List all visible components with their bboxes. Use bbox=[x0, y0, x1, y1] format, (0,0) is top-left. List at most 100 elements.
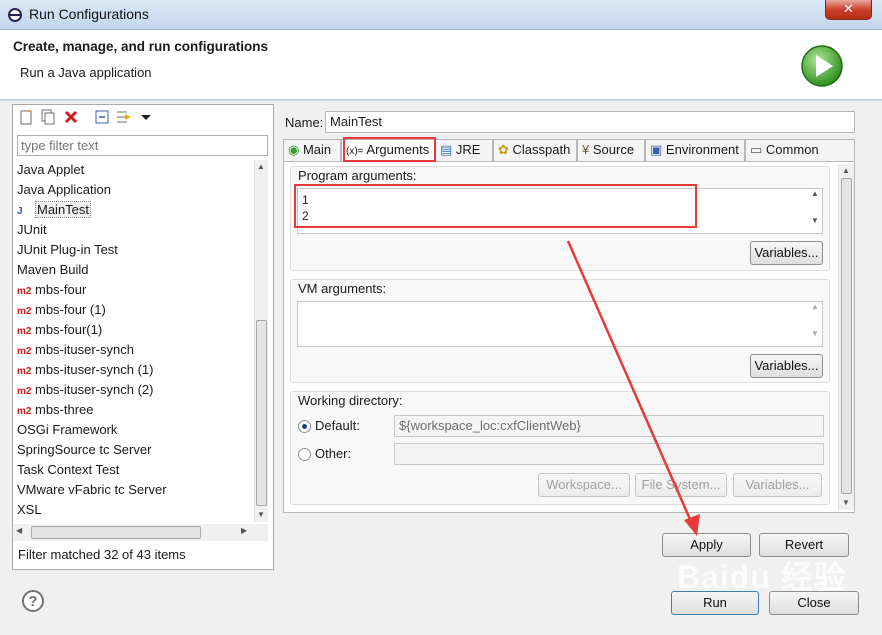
maven-icon: m2 bbox=[17, 346, 32, 357]
list-item-label: JUnit bbox=[17, 222, 47, 237]
maven-icon: m2 bbox=[17, 406, 32, 417]
window-close-button[interactable]: ✕ bbox=[825, 0, 872, 20]
tab-environment[interactable]: ▣ Environment bbox=[645, 139, 745, 161]
list-item-label: mbs-ituser-synch bbox=[35, 342, 134, 357]
default-directory-field: ${workspace_loc:cxfClientWeb} bbox=[394, 415, 824, 437]
source-icon: ¥ bbox=[582, 142, 590, 157]
chevron-down-icon[interactable] bbox=[137, 108, 155, 126]
working-directory-label: Working directory: bbox=[298, 393, 403, 408]
list-item[interactable]: m2 mbs-four (1) bbox=[13, 300, 254, 320]
tab-label: Source bbox=[592, 142, 635, 157]
list-item[interactable]: m2 mbs-three bbox=[13, 400, 254, 420]
collapse-all-icon[interactable] bbox=[93, 108, 111, 126]
list-item-label: Task Context Test bbox=[17, 462, 120, 477]
maven-icon: m2 bbox=[17, 326, 32, 337]
jre-icon: ▤ bbox=[440, 142, 453, 157]
tab-source[interactable]: ¥ Source bbox=[577, 139, 645, 161]
default-label: Default: bbox=[315, 418, 360, 433]
list-item[interactable]: m2 mbs-ituser-synch bbox=[13, 340, 254, 360]
list-item[interactable]: m2 mbs-four(1) bbox=[13, 320, 254, 340]
common-icon: ▭ bbox=[750, 142, 763, 157]
other-directory-field[interactable] bbox=[394, 443, 824, 465]
list-item-label: XSL bbox=[17, 502, 42, 517]
maven-icon: m2 bbox=[17, 386, 32, 397]
delete-icon[interactable] bbox=[62, 108, 80, 126]
directory-variables-button[interactable]: Variables... bbox=[733, 473, 822, 497]
list-item-label: Maven Build bbox=[17, 262, 89, 277]
list-item[interactable]: J MainTest bbox=[13, 200, 254, 220]
help-icon[interactable]: ? bbox=[22, 590, 44, 612]
list-item[interactable]: Java Applet bbox=[13, 160, 254, 180]
main-icon: ◉ bbox=[288, 142, 300, 157]
other-radio[interactable] bbox=[298, 448, 311, 461]
environment-icon: ▣ bbox=[650, 142, 663, 157]
list-item[interactable]: XSL bbox=[13, 500, 254, 520]
list-item[interactable]: Task Context Test bbox=[13, 460, 254, 480]
list-item-label: MainTest bbox=[35, 201, 92, 218]
filter-status: Filter matched 32 of 43 items bbox=[18, 547, 186, 562]
list-item[interactable]: m2 mbs-ituser-synch (2) bbox=[13, 380, 254, 400]
title-bar: Run Configurations ✕ bbox=[0, 0, 882, 30]
vm-arguments-label: VM arguments: bbox=[298, 281, 387, 296]
list-item-label: mbs-four(1) bbox=[35, 322, 103, 337]
list-horizontal-scrollbar[interactable]: ◀ ▶ bbox=[13, 524, 268, 541]
tab-main[interactable]: ◉ Main bbox=[283, 139, 341, 161]
tab-jre[interactable]: ▤ JRE bbox=[435, 139, 493, 161]
vm-arguments-field[interactable] bbox=[297, 301, 823, 347]
duplicate-icon[interactable] bbox=[39, 108, 57, 126]
config-list: Java Applet Java Application J MainTest JUni… bbox=[13, 160, 254, 522]
filter-input[interactable] bbox=[17, 135, 268, 156]
name-field[interactable]: MainTest bbox=[325, 111, 855, 133]
new-config-icon[interactable] bbox=[17, 108, 35, 126]
tab-label: Classpath bbox=[512, 142, 571, 157]
other-label: Other: bbox=[315, 446, 352, 461]
list-item[interactable]: m2 mbs-ituser-synch (1) bbox=[13, 360, 254, 380]
list-item-label: mbs-three bbox=[35, 402, 94, 417]
window-title: Run Configurations bbox=[29, 6, 149, 22]
header-title: Create, manage, and run configurations bbox=[13, 39, 269, 54]
maven-icon: m2 bbox=[17, 366, 32, 377]
textarea-scrollbar[interactable]: ▲ ▼ bbox=[808, 302, 822, 346]
run-icon bbox=[801, 45, 843, 87]
textarea-scrollbar[interactable]: ▲ ▼ bbox=[808, 189, 822, 233]
maven-icon: m2 bbox=[17, 306, 32, 317]
list-item[interactable]: JUnit Plug-in Test bbox=[13, 240, 254, 260]
list-item[interactable]: OSGi Framework bbox=[13, 420, 254, 440]
tab-label: Common bbox=[765, 142, 819, 157]
list-item-label: SpringSource tc Server bbox=[17, 442, 152, 457]
list-item-label: mbs-four bbox=[35, 282, 87, 297]
program-arguments-label: Program arguments: bbox=[298, 168, 417, 183]
tab-classpath[interactable]: ✿ Classpath bbox=[493, 139, 577, 161]
list-item-label: mbs-ituser-synch (1) bbox=[35, 362, 154, 377]
list-item[interactable]: VMware vFabric tc Server bbox=[13, 480, 254, 500]
list-item-label: mbs-four (1) bbox=[35, 302, 106, 317]
maven-icon: m2 bbox=[17, 286, 32, 297]
tab-label: Environment bbox=[665, 142, 739, 157]
arguments-tab-highlight bbox=[343, 137, 436, 162]
list-item[interactable]: JUnit bbox=[13, 220, 254, 240]
tab-common[interactable]: ▭ Common bbox=[745, 139, 855, 161]
list-item[interactable]: SpringSource tc Server bbox=[13, 440, 254, 460]
panel-vertical-scrollbar[interactable]: ▲ ▼ bbox=[838, 164, 854, 510]
workspace-button[interactable]: Workspace... bbox=[538, 473, 630, 497]
list-item-label: OSGi Framework bbox=[17, 422, 118, 437]
eclipse-icon bbox=[8, 8, 22, 22]
list-item-label: Java Application bbox=[17, 182, 111, 197]
default-radio[interactable] bbox=[298, 420, 311, 433]
list-vertical-scrollbar[interactable]: ▲ ▼ bbox=[254, 160, 268, 522]
vm-variables-button[interactable]: Variables... bbox=[750, 354, 823, 378]
name-label: Name: bbox=[285, 115, 324, 130]
java-config-icon: J bbox=[17, 206, 23, 217]
list-item[interactable]: Java Application bbox=[13, 180, 254, 200]
list-item[interactable]: m2 mbs-four bbox=[13, 280, 254, 300]
list-item[interactable]: Maven Build bbox=[13, 260, 254, 280]
classpath-icon: ✿ bbox=[498, 142, 509, 157]
list-item-label: JUnit Plug-in Test bbox=[17, 242, 118, 257]
program-arguments-highlight bbox=[294, 184, 697, 228]
program-variables-button[interactable]: Variables... bbox=[750, 241, 823, 265]
dialog-header: Create, manage, and run configurations R… bbox=[0, 30, 882, 100]
tab-label: Main bbox=[302, 142, 332, 157]
list-item-label: mbs-ituser-synch (2) bbox=[35, 382, 154, 397]
filter-icon[interactable] bbox=[115, 108, 133, 126]
file-system-button[interactable]: File System... bbox=[635, 473, 727, 497]
